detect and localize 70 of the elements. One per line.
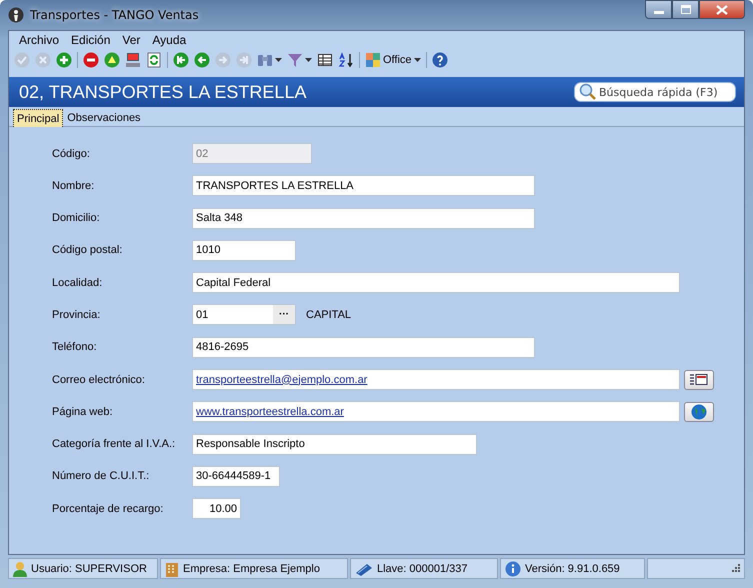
- status-text: Llave: 000001/337: [377, 562, 468, 574]
- lookup-button[interactable]: ···: [273, 305, 295, 324]
- prev-tool-button[interactable]: [192, 51, 212, 69]
- add-tool-button[interactable]: [54, 51, 74, 69]
- field-label: Correo electrónico:: [52, 374, 146, 386]
- input-field[interactable]: 01 ···: [192, 304, 296, 326]
- input-field[interactable]: 10.00: [192, 498, 241, 520]
- input-field[interactable]: 4816-2695: [192, 336, 535, 358]
- input-field[interactable]: transporteestrella@ejemplo.com.ar: [192, 369, 680, 390]
- building-icon: [165, 560, 179, 576]
- delete-tool-button[interactable]: [81, 51, 101, 69]
- maximize-icon: [680, 5, 690, 14]
- input-field[interactable]: www.transporteestrella.com.ar: [192, 401, 680, 422]
- info-icon: [505, 560, 521, 576]
- close-button[interactable]: [699, 0, 745, 19]
- input-field[interactable]: Responsable Inscripto: [192, 434, 477, 455]
- status-text: Versión: 9.91.0.659: [525, 562, 620, 574]
- field-label: Provincia:: [52, 308, 102, 321]
- office-tool-button[interactable]: Office: [363, 51, 423, 69]
- input-field[interactable]: Salta 348: [192, 208, 535, 229]
- computer-tool-button[interactable]: [123, 51, 143, 69]
- resize-grip-icon: [730, 564, 740, 574]
- input-field[interactable]: 1010: [192, 240, 296, 261]
- window-title: Transportes - TANGO Ventas: [30, 8, 199, 22]
- field-label: Código postal:: [52, 244, 124, 256]
- input-field[interactable]: Capital Federal: [192, 272, 680, 294]
- binoculars-icon: [257, 52, 273, 68]
- link[interactable]: transporteestrella@ejemplo.com.ar: [196, 374, 368, 386]
- card-icon: [690, 374, 708, 386]
- open-web-button[interactable]: [684, 402, 714, 422]
- filter-icon: [287, 52, 303, 68]
- search-field[interactable]: Búsqueda rápida (F3): [574, 82, 736, 102]
- field-label: Número de C.U.I.T.:: [52, 470, 150, 482]
- globe-icon: [691, 404, 707, 420]
- first-tool-button[interactable]: [171, 51, 191, 69]
- maximize-button[interactable]: [672, 0, 699, 19]
- filter-tool-button[interactable]: [285, 51, 314, 69]
- tab[interactable]: Observaciones: [63, 109, 145, 127]
- field-label: Porcentaje de recargo:: [52, 502, 164, 515]
- field-label: Código:: [52, 148, 91, 160]
- app-icon: [8, 7, 24, 23]
- user-icon: [13, 560, 27, 576]
- status-text: Usuario: SUPERVISOR: [31, 562, 147, 574]
- menu-item[interactable]: Ayuda: [146, 33, 192, 49]
- field-label: Domicilio:: [52, 212, 101, 224]
- close-icon: [716, 4, 728, 14]
- field-label: Nombre:: [52, 180, 96, 192]
- menu-item[interactable]: Archivo: [13, 33, 66, 49]
- tab[interactable]: Principal: [13, 109, 64, 127]
- send-email-button[interactable]: [684, 370, 714, 390]
- field-label: Categoría frente al I.V.A.:: [52, 438, 176, 450]
- up-tool-button[interactable]: [102, 51, 122, 69]
- menu-item[interactable]: Ver: [116, 33, 146, 49]
- input-field[interactable]: TRANSPORTES LA ESTRELLA: [192, 175, 535, 196]
- status-text: Empresa: Empresa Ejemplo: [183, 562, 320, 574]
- field-label: Teléfono:: [52, 341, 98, 354]
- link[interactable]: www.transporteestrella.com.ar: [196, 406, 344, 418]
- province-name: CAPITAL: [306, 308, 352, 321]
- grid-tool-button[interactable]: [315, 51, 335, 69]
- office-icon: [365, 52, 381, 68]
- record-title: 02, TRANSPORTES LA ESTRELLA: [19, 82, 306, 102]
- office-label: Office: [383, 54, 412, 66]
- input-field[interactable]: 30-66444589-1: [192, 466, 280, 487]
- menu-item[interactable]: Edición: [65, 33, 116, 49]
- usb-key-icon: [355, 562, 373, 576]
- help-tool-button[interactable]: [430, 51, 450, 69]
- minimize-button[interactable]: [645, 0, 672, 19]
- search-icon: [579, 83, 597, 101]
- field-label: Localidad:: [52, 276, 104, 289]
- field-label: Página web:: [52, 406, 114, 418]
